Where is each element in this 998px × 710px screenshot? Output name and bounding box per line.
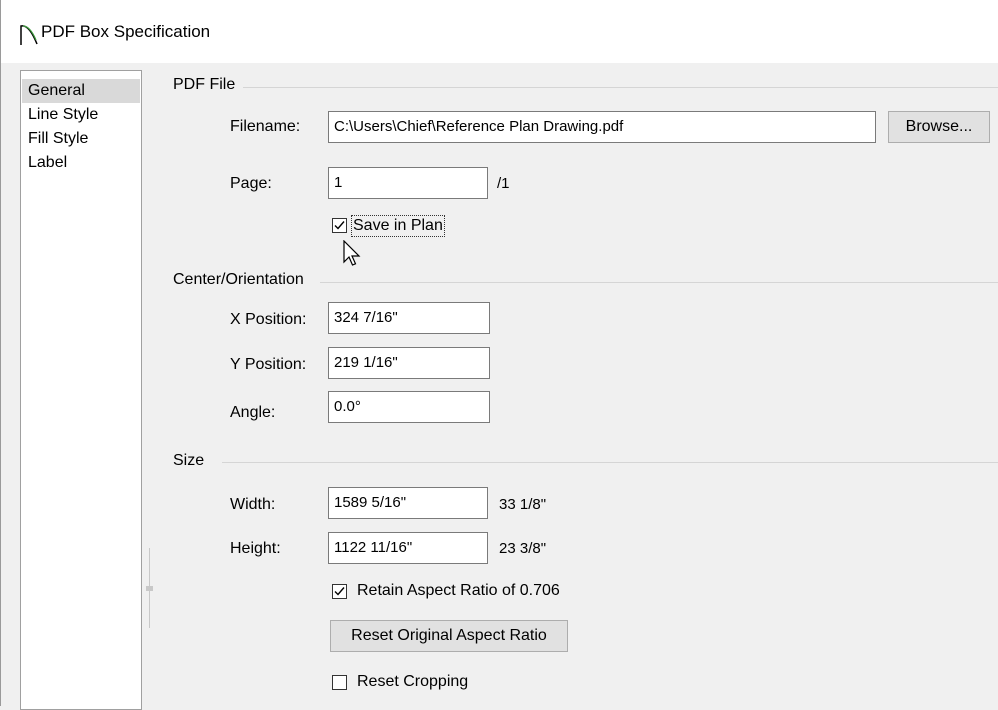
filename-label: Filename: [230, 118, 301, 135]
title-bar: PDF Box Specification [1, 0, 998, 63]
center-group-line [320, 282, 998, 283]
dialog-title: PDF Box Specification [41, 22, 211, 41]
splitter-grip [146, 586, 153, 591]
retain-aspect-ratio-label[interactable]: Retain Aspect Ratio of 0.706 [357, 582, 560, 600]
height-input[interactable]: 1122 11/16" [328, 532, 488, 564]
width-secondary-value: 33 1/8" [499, 496, 547, 513]
save-in-plan-checkbox[interactable] [332, 218, 347, 233]
checkmark-icon [334, 221, 345, 230]
height-label: Height: [230, 540, 281, 557]
nav-item-general[interactable]: General [22, 79, 140, 103]
nav-item-line-style[interactable]: Line Style [22, 103, 140, 127]
y-position-input[interactable]: 219 1/16" [328, 347, 490, 379]
page-total: /1 [497, 175, 510, 192]
reset-aspect-ratio-button[interactable]: Reset Original Aspect Ratio [330, 620, 568, 652]
angle-input[interactable]: 0.0° [328, 391, 490, 423]
filename-input[interactable]: C:\Users\Chief\Reference Plan Drawing.pd… [328, 111, 876, 143]
browse-button[interactable]: Browse... [888, 111, 990, 143]
x-position-input[interactable]: 324 7/16" [328, 302, 490, 334]
reset-cropping-checkbox[interactable] [332, 675, 347, 690]
nav-item-fill-style[interactable]: Fill Style [22, 127, 140, 151]
width-input[interactable]: 1589 5/16" [328, 487, 488, 519]
size-group-line [222, 462, 998, 463]
category-list[interactable]: General Line Style Fill Style Label [20, 70, 142, 710]
width-label: Width: [230, 496, 276, 513]
pdf-file-group-label: PDF File [173, 76, 244, 94]
pdf-box-arc-icon [19, 22, 39, 46]
retain-aspect-ratio-checkbox[interactable] [332, 584, 347, 599]
angle-label: Angle: [230, 404, 276, 421]
checkmark-icon [334, 587, 345, 596]
reset-cropping-label[interactable]: Reset Cropping [357, 673, 468, 691]
page-input[interactable]: 1 [328, 167, 488, 199]
save-in-plan-label[interactable]: Save in Plan [351, 215, 445, 237]
center-group-label: Center/Orientation [173, 271, 312, 289]
size-group-label: Size [173, 452, 213, 470]
height-secondary-value: 23 3/8" [499, 540, 547, 557]
mouse-pointer-icon [343, 239, 363, 270]
y-position-label: Y Position: [230, 356, 307, 373]
x-position-label: X Position: [230, 311, 307, 328]
page-label: Page: [230, 175, 272, 192]
nav-item-label[interactable]: Label [22, 151, 140, 175]
pdf-file-group-line [240, 87, 998, 88]
